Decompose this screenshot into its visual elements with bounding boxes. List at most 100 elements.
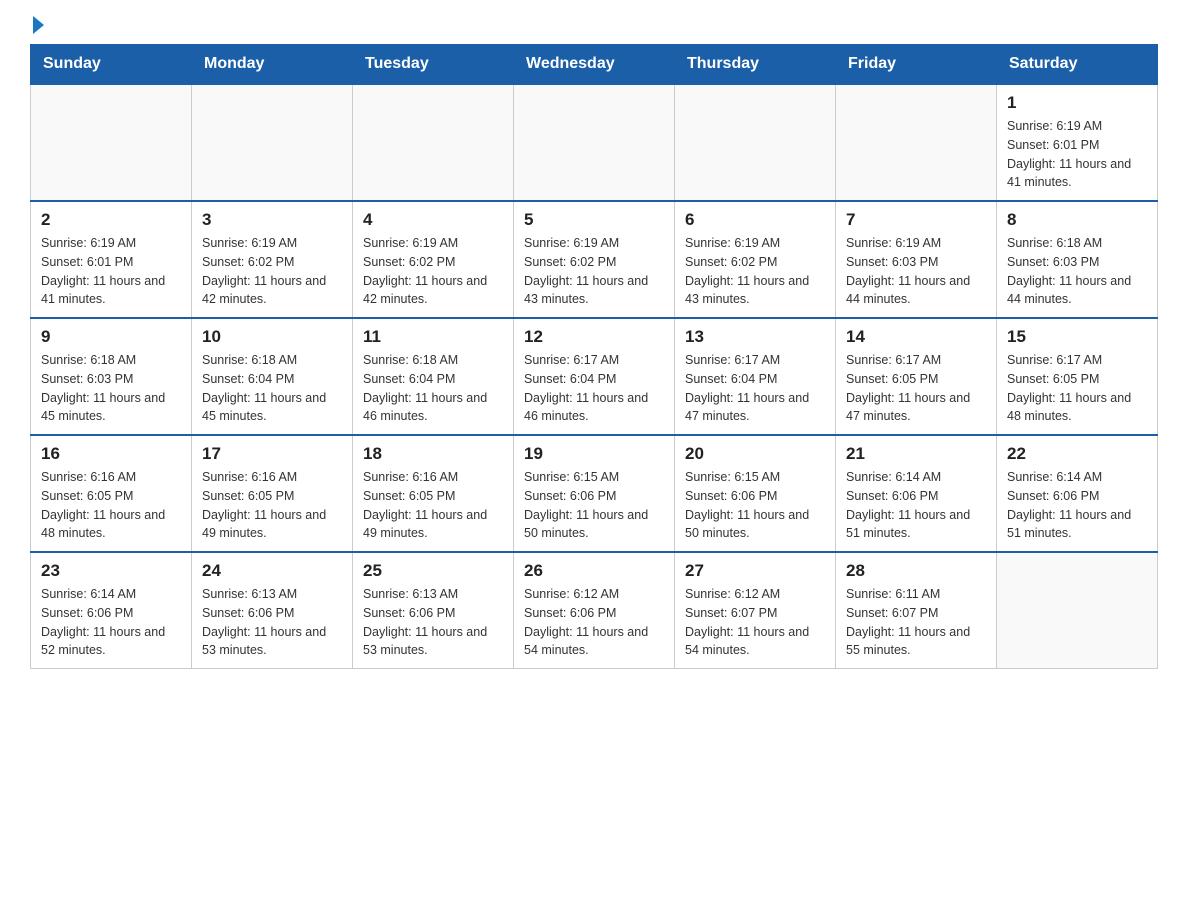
calendar-day: 1 Sunrise: 6:19 AMSunset: 6:01 PMDaylight…	[997, 84, 1158, 201]
day-info: Sunrise: 6:19 AMSunset: 6:03 PMDaylight:…	[846, 234, 986, 309]
day-info: Sunrise: 6:14 AMSunset: 6:06 PMDaylight:…	[1007, 468, 1147, 543]
calendar-header-monday: Monday	[192, 45, 353, 85]
calendar-header-sunday: Sunday	[31, 45, 192, 85]
day-number: 17	[202, 444, 342, 464]
calendar-day: 17 Sunrise: 6:16 AMSunset: 6:05 PMDayligh…	[192, 435, 353, 552]
day-number: 14	[846, 327, 986, 347]
calendar-week-3: 9 Sunrise: 6:18 AMSunset: 6:03 PMDaylight…	[31, 318, 1158, 435]
day-info: Sunrise: 6:19 AMSunset: 6:02 PMDaylight:…	[685, 234, 825, 309]
day-info: Sunrise: 6:17 AMSunset: 6:05 PMDaylight:…	[1007, 351, 1147, 426]
day-info: Sunrise: 6:19 AMSunset: 6:01 PMDaylight:…	[1007, 117, 1147, 192]
day-info: Sunrise: 6:17 AMSunset: 6:04 PMDaylight:…	[685, 351, 825, 426]
day-info: Sunrise: 6:16 AMSunset: 6:05 PMDaylight:…	[41, 468, 181, 543]
day-info: Sunrise: 6:12 AMSunset: 6:07 PMDaylight:…	[685, 585, 825, 660]
calendar-day	[997, 552, 1158, 669]
logo	[30, 20, 44, 34]
calendar-day: 12 Sunrise: 6:17 AMSunset: 6:04 PMDayligh…	[514, 318, 675, 435]
day-number: 16	[41, 444, 181, 464]
day-number: 2	[41, 210, 181, 230]
calendar-week-5: 23 Sunrise: 6:14 AMSunset: 6:06 PMDayligh…	[31, 552, 1158, 669]
calendar-day: 24Sunrise: 6:13 AMSunset: 6:06 PMDayligh…	[192, 552, 353, 669]
calendar-header-tuesday: Tuesday	[353, 45, 514, 85]
day-number: 6	[685, 210, 825, 230]
day-info: Sunrise: 6:11 AMSunset: 6:07 PMDaylight:…	[846, 585, 986, 660]
calendar-header-thursday: Thursday	[675, 45, 836, 85]
calendar-week-2: 2 Sunrise: 6:19 AMSunset: 6:01 PMDaylight…	[31, 201, 1158, 318]
calendar-day: 15 Sunrise: 6:17 AMSunset: 6:05 PMDayligh…	[997, 318, 1158, 435]
day-number: 3	[202, 210, 342, 230]
day-number: 8	[1007, 210, 1147, 230]
day-number: 13	[685, 327, 825, 347]
day-number: 7	[846, 210, 986, 230]
calendar-table: SundayMondayTuesdayWednesdayThursdayFrid…	[30, 44, 1158, 669]
day-info: Sunrise: 6:14 AMSunset: 6:06 PMDaylight:…	[41, 585, 181, 660]
calendar-day: 9 Sunrise: 6:18 AMSunset: 6:03 PMDaylight…	[31, 318, 192, 435]
day-number: 18	[363, 444, 503, 464]
day-number: 15	[1007, 327, 1147, 347]
calendar-day: 5 Sunrise: 6:19 AMSunset: 6:02 PMDaylight…	[514, 201, 675, 318]
day-number: 21	[846, 444, 986, 464]
calendar-day: 13 Sunrise: 6:17 AMSunset: 6:04 PMDayligh…	[675, 318, 836, 435]
calendar-header-row: SundayMondayTuesdayWednesdayThursdayFrid…	[31, 45, 1158, 85]
calendar-week-4: 16 Sunrise: 6:16 AMSunset: 6:05 PMDayligh…	[31, 435, 1158, 552]
day-info: Sunrise: 6:18 AMSunset: 6:04 PMDaylight:…	[363, 351, 503, 426]
day-info: Sunrise: 6:15 AMSunset: 6:06 PMDaylight:…	[685, 468, 825, 543]
day-number: 28	[846, 561, 986, 581]
day-number: 4	[363, 210, 503, 230]
day-number: 20	[685, 444, 825, 464]
day-number: 25	[363, 561, 503, 581]
calendar-day: 11Sunrise: 6:18 AMSunset: 6:04 PMDayligh…	[353, 318, 514, 435]
calendar-day: 26Sunrise: 6:12 AMSunset: 6:06 PMDayligh…	[514, 552, 675, 669]
day-info: Sunrise: 6:19 AMSunset: 6:01 PMDaylight:…	[41, 234, 181, 309]
day-info: Sunrise: 6:16 AMSunset: 6:05 PMDaylight:…	[363, 468, 503, 543]
day-info: Sunrise: 6:17 AMSunset: 6:05 PMDaylight:…	[846, 351, 986, 426]
calendar-header-wednesday: Wednesday	[514, 45, 675, 85]
calendar-day: 19 Sunrise: 6:15 AMSunset: 6:06 PMDayligh…	[514, 435, 675, 552]
day-info: Sunrise: 6:13 AMSunset: 6:06 PMDaylight:…	[363, 585, 503, 660]
calendar-day: 4 Sunrise: 6:19 AMSunset: 6:02 PMDaylight…	[353, 201, 514, 318]
logo-arrow-icon	[33, 16, 44, 34]
calendar-day: 3 Sunrise: 6:19 AMSunset: 6:02 PMDaylight…	[192, 201, 353, 318]
calendar-day: 2 Sunrise: 6:19 AMSunset: 6:01 PMDaylight…	[31, 201, 192, 318]
day-number: 1	[1007, 93, 1147, 113]
day-info: Sunrise: 6:19 AMSunset: 6:02 PMDaylight:…	[363, 234, 503, 309]
calendar-day: 16 Sunrise: 6:16 AMSunset: 6:05 PMDayligh…	[31, 435, 192, 552]
calendar-day: 8Sunrise: 6:18 AMSunset: 6:03 PMDaylight…	[997, 201, 1158, 318]
calendar-day	[836, 84, 997, 201]
day-info: Sunrise: 6:15 AMSunset: 6:06 PMDaylight:…	[524, 468, 664, 543]
calendar-day: 22 Sunrise: 6:14 AMSunset: 6:06 PMDayligh…	[997, 435, 1158, 552]
day-number: 12	[524, 327, 664, 347]
calendar-day	[31, 84, 192, 201]
calendar-day: 23 Sunrise: 6:14 AMSunset: 6:06 PMDayligh…	[31, 552, 192, 669]
calendar-day: 14 Sunrise: 6:17 AMSunset: 6:05 PMDayligh…	[836, 318, 997, 435]
day-number: 23	[41, 561, 181, 581]
day-info: Sunrise: 6:16 AMSunset: 6:05 PMDaylight:…	[202, 468, 342, 543]
page-header	[30, 20, 1158, 34]
day-info: Sunrise: 6:17 AMSunset: 6:04 PMDaylight:…	[524, 351, 664, 426]
calendar-day	[514, 84, 675, 201]
calendar-day: 27 Sunrise: 6:12 AMSunset: 6:07 PMDayligh…	[675, 552, 836, 669]
day-number: 22	[1007, 444, 1147, 464]
calendar-day: 20 Sunrise: 6:15 AMSunset: 6:06 PMDayligh…	[675, 435, 836, 552]
calendar-day: 6 Sunrise: 6:19 AMSunset: 6:02 PMDaylight…	[675, 201, 836, 318]
day-number: 26	[524, 561, 664, 581]
calendar-day: 10Sunrise: 6:18 AMSunset: 6:04 PMDayligh…	[192, 318, 353, 435]
day-number: 5	[524, 210, 664, 230]
day-number: 27	[685, 561, 825, 581]
day-info: Sunrise: 6:18 AMSunset: 6:04 PMDaylight:…	[202, 351, 342, 426]
day-info: Sunrise: 6:13 AMSunset: 6:06 PMDaylight:…	[202, 585, 342, 660]
calendar-day	[353, 84, 514, 201]
calendar-header-friday: Friday	[836, 45, 997, 85]
calendar-day	[192, 84, 353, 201]
day-info: Sunrise: 6:19 AMSunset: 6:02 PMDaylight:…	[202, 234, 342, 309]
day-number: 9	[41, 327, 181, 347]
calendar-day: 25 Sunrise: 6:13 AMSunset: 6:06 PMDayligh…	[353, 552, 514, 669]
day-info: Sunrise: 6:14 AMSunset: 6:06 PMDaylight:…	[846, 468, 986, 543]
day-info: Sunrise: 6:19 AMSunset: 6:02 PMDaylight:…	[524, 234, 664, 309]
calendar-day	[675, 84, 836, 201]
day-info: Sunrise: 6:18 AMSunset: 6:03 PMDaylight:…	[41, 351, 181, 426]
calendar-week-1: 1 Sunrise: 6:19 AMSunset: 6:01 PMDaylight…	[31, 84, 1158, 201]
calendar-header-saturday: Saturday	[997, 45, 1158, 85]
day-number: 19	[524, 444, 664, 464]
calendar-day: 21 Sunrise: 6:14 AMSunset: 6:06 PMDayligh…	[836, 435, 997, 552]
